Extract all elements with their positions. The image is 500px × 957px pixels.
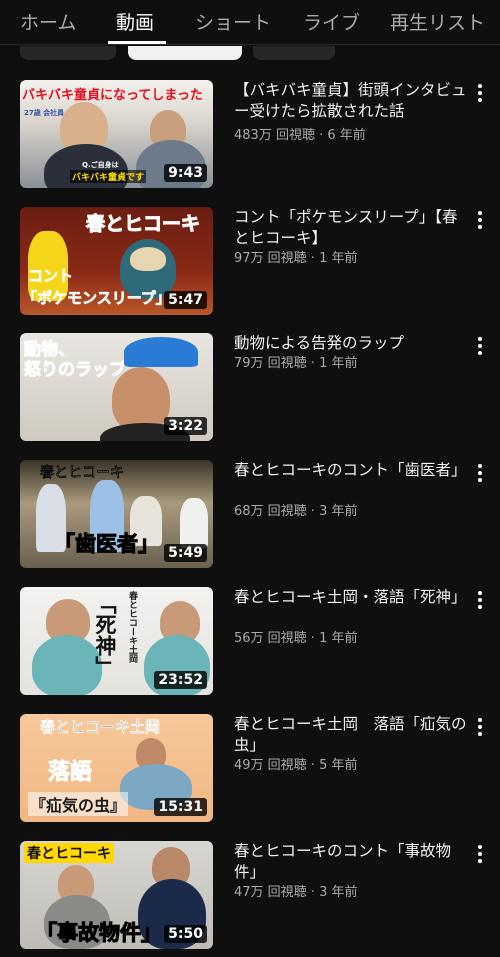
video-title[interactable]: コント「ポケモンスリープ」【春とヒコーキ】 (234, 207, 470, 249)
video-thumbnail[interactable]: 春とヒコーキ 「事故物件」 5:50 (20, 841, 213, 949)
person-figure (180, 498, 208, 548)
thumbnail-caption: バキバキ童貞です (70, 170, 147, 183)
filter-chip[interactable] (20, 46, 116, 60)
channel-tab-bar: ホーム 動画 ショート ライブ 再生リスト (0, 0, 500, 45)
video-item[interactable]: 「死神」 春とヒコーキ土岡 23:52 春とヒコーキ土岡・落語「死神」 56万 … (0, 587, 500, 695)
thumbnail-caption: 「死神」 (93, 593, 117, 677)
filter-chip-selected[interactable] (128, 46, 242, 60)
thumbnail-caption: 怒りのラップ (24, 360, 127, 381)
video-item[interactable]: 春とヒコーキ土岡 落語 『疝気の虫』 15:31 春とヒコーキ土岡 落語「疝気の… (0, 714, 500, 822)
video-thumbnail[interactable]: 春とヒコーキ 「歯医者」 5:49 (20, 460, 213, 568)
video-duration: 9:43 (164, 164, 207, 182)
filter-chip[interactable] (253, 46, 335, 60)
video-duration: 5:47 (164, 291, 207, 309)
tab-playlists[interactable]: 再生リスト (390, 8, 485, 35)
video-item[interactable]: 春とヒコーキ コント 「ポケモンスリープ」 5:47 コント「ポケモンスリープ」… (0, 207, 500, 315)
more-options-icon[interactable] (472, 843, 488, 865)
thumbnail-caption: 春とヒコーキ (24, 843, 114, 863)
video-meta: 56万 回視聴 · 1 年前 (234, 631, 358, 646)
video-duration: 5:50 (164, 925, 207, 943)
thumbnail-caption: 落語 (48, 760, 93, 786)
tab-home[interactable]: ホーム (20, 8, 76, 35)
video-meta: 49万 回視聴 · 5 年前 (234, 758, 358, 773)
video-meta: 483万 回視聴 · 6 年前 (234, 128, 366, 143)
video-thumbnail[interactable]: 春とヒコーキ土岡 落語 『疝気の虫』 15:31 (20, 714, 213, 822)
person-figure (130, 247, 166, 271)
tab-live[interactable]: ライブ (303, 8, 360, 35)
more-options-icon[interactable] (472, 209, 488, 231)
video-item[interactable]: バキバキ童貞になってしまった 27歳 会社員 Q.ご自身は バキバキ童貞です 9… (0, 80, 500, 188)
video-title[interactable]: 春とヒコーキのコント「歯医者」 (234, 460, 470, 481)
thumbnail-caption: 「歯医者」 (54, 532, 160, 557)
thumbnail-caption: バキバキ童貞になってしまった (22, 88, 203, 103)
person-figure (112, 367, 170, 431)
video-thumbnail[interactable]: 動物、 怒りのラップ 3:22 (20, 333, 213, 441)
hat-figure (124, 337, 198, 367)
thumbnail-caption: 「事故物件」 (36, 921, 163, 946)
thumbnail-caption: 27歳 会社員 (24, 109, 65, 117)
video-thumbnail[interactable]: 春とヒコーキ コント 「ポケモンスリープ」 5:47 (20, 207, 213, 315)
more-options-icon[interactable] (472, 82, 488, 104)
thumbnail-caption: 春とヒコーキ土岡 (40, 718, 161, 736)
video-meta: 97万 回視聴 · 1 年前 (234, 251, 358, 266)
more-options-icon[interactable] (472, 462, 488, 484)
thumbnail-caption: 春とヒコーキ (85, 213, 201, 236)
video-item[interactable]: 動物、 怒りのラップ 3:22 動物による告発のラップ 79万 回視聴 · 1 … (0, 333, 500, 441)
video-duration: 5:49 (164, 544, 207, 562)
video-meta: 68万 回視聴 · 3 年前 (234, 504, 358, 519)
video-title[interactable]: 春とヒコーキのコント「事故物件」 (234, 841, 470, 883)
video-thumbnail[interactable]: 「死神」 春とヒコーキ土岡 23:52 (20, 587, 213, 695)
more-options-icon[interactable] (472, 716, 488, 738)
video-meta: 47万 回視聴 · 3 年前 (234, 885, 358, 900)
thumbnail-caption: Q.ご自身は (82, 161, 119, 169)
thumbnail-caption: 『疝気の虫』 (28, 792, 129, 816)
video-duration: 15:31 (154, 798, 207, 816)
tab-videos[interactable]: 動画 (116, 8, 154, 35)
video-duration: 3:22 (164, 417, 207, 435)
thumbnail-caption: コント (28, 267, 74, 286)
thumbnail-caption: 春とヒコーキ (40, 465, 124, 481)
video-title[interactable]: 春とヒコーキ土岡 落語「疝気の虫」 (234, 714, 470, 756)
video-item[interactable]: 春とヒコーキ 「事故物件」 5:50 春とヒコーキのコント「事故物件」 47万 … (0, 841, 500, 949)
thumbnail-caption: 春とヒコーキ土岡 (127, 591, 137, 663)
video-thumbnail[interactable]: バキバキ童貞になってしまった 27歳 会社員 Q.ご自身は バキバキ童貞です 9… (20, 80, 213, 188)
thumbnail-caption: 「ポケモンスリープ」 (22, 289, 171, 308)
video-meta: 79万 回視聴 · 1 年前 (234, 356, 358, 371)
video-title[interactable]: 春とヒコーキ土岡・落語「死神」 (234, 587, 470, 608)
active-tab-indicator (108, 41, 166, 44)
video-item[interactable]: 春とヒコーキ 「歯医者」 5:49 春とヒコーキのコント「歯医者」 68万 回視… (0, 460, 500, 568)
video-duration: 23:52 (154, 671, 207, 689)
more-options-icon[interactable] (472, 335, 488, 357)
video-title[interactable]: 動物による告発のラップ (234, 333, 470, 354)
tab-shorts[interactable]: ショート (195, 8, 271, 35)
video-title[interactable]: 【バキバキ童貞】街頭インタビュー受けたら拡散された話 (234, 80, 470, 122)
more-options-icon[interactable] (472, 589, 488, 611)
